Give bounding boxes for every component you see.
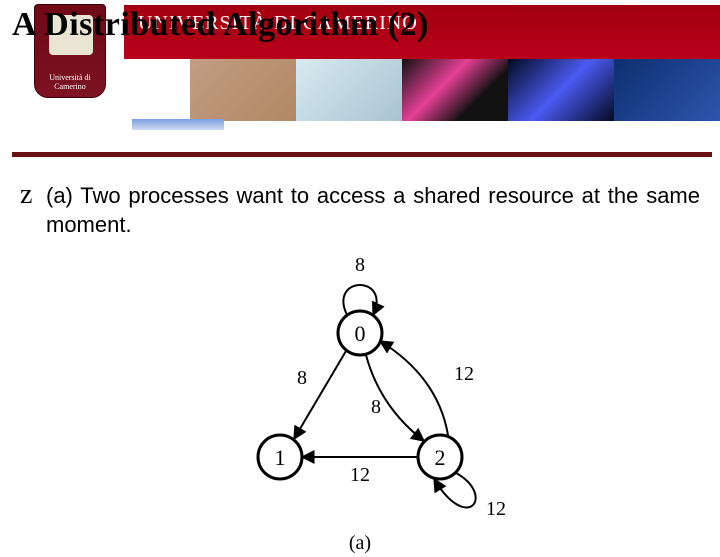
bullet-marker: z: [20, 182, 46, 239]
edge-2-0: [380, 341, 448, 435]
edge-0-1-label: 8: [297, 367, 307, 389]
edge-0-1: [294, 351, 346, 439]
header-image-strip: [190, 59, 720, 121]
edge-0-self-label: 8: [355, 257, 365, 276]
diagram: 0 1 2 8 8 8 12 12 12 (a): [210, 257, 510, 557]
title-underline: [12, 152, 712, 157]
node-0-label: 0: [355, 321, 366, 346]
crest-label: Università di Camerino: [35, 73, 105, 91]
bullet-text: (a) Two processes want to access a share…: [46, 182, 700, 239]
header-image-2: [296, 59, 402, 121]
node-2-label: 2: [435, 445, 446, 470]
slide-body: z (a) Two processes want to access a sha…: [20, 182, 700, 557]
header-image-5: [614, 59, 720, 121]
header-blue-accent: [132, 119, 224, 130]
edge-2-0-label: 12: [454, 363, 474, 385]
node-1-label: 1: [275, 445, 286, 470]
header-image-4: [508, 59, 614, 121]
slide-title: A Distributed Algorithm (2): [12, 6, 429, 44]
edge-2-self-label: 12: [486, 498, 506, 520]
header-image-3: [402, 59, 508, 121]
diagram-caption: (a): [210, 532, 510, 555]
edge-0-2-label: 8: [371, 396, 381, 418]
edge-2-1-label: 12: [350, 464, 370, 486]
bullet-item: z (a) Two processes want to access a sha…: [20, 182, 700, 239]
header-image-1: [190, 59, 296, 121]
